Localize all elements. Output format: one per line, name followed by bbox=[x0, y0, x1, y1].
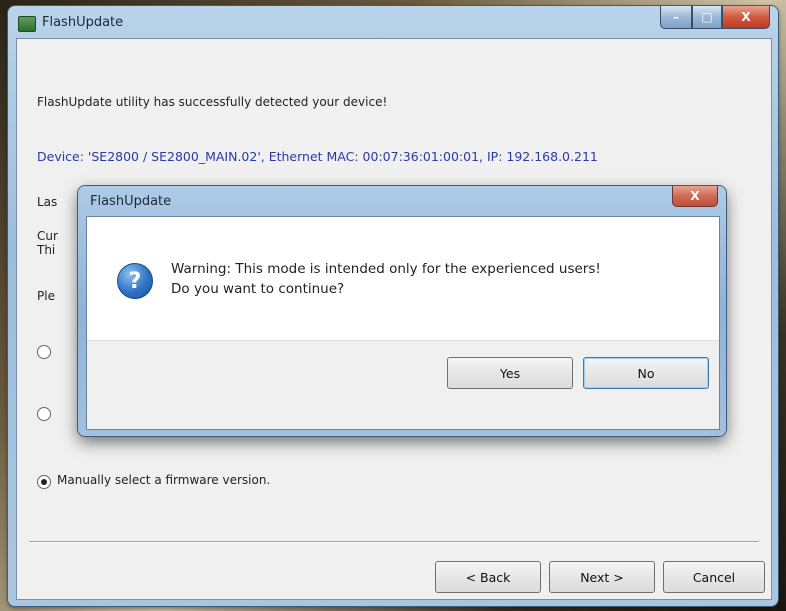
back-button[interactable]: < Back bbox=[435, 561, 541, 593]
question-icon: ? bbox=[117, 263, 153, 299]
dialog-close-button[interactable]: X bbox=[672, 186, 718, 207]
caption-buttons: – □ X bbox=[660, 6, 770, 29]
radio-manual-select[interactable] bbox=[37, 475, 51, 489]
please-partial: Ple bbox=[37, 289, 55, 303]
last-update-partial: Las bbox=[37, 195, 58, 209]
app-icon bbox=[18, 16, 36, 32]
footer-separator bbox=[29, 541, 759, 543]
manual-select-label: Manually select a firmware version. bbox=[57, 473, 271, 487]
dialog-footer: Yes No bbox=[87, 340, 719, 429]
this-partial: Thi bbox=[37, 243, 56, 257]
dialog-message-line2: Do you want to continue? bbox=[171, 281, 345, 297]
device-info: Device: 'SE2800 / SE2800_MAIN.02', Ether… bbox=[37, 149, 598, 164]
maximize-button[interactable]: □ bbox=[692, 6, 722, 29]
cancel-button[interactable]: Cancel bbox=[663, 561, 765, 593]
dialog-title[interactable]: FlashUpdate bbox=[90, 194, 171, 209]
no-button[interactable]: No bbox=[583, 357, 709, 389]
dialog-body: ? Warning: This mode is intended only fo… bbox=[86, 216, 720, 430]
next-button[interactable]: Next > bbox=[549, 561, 655, 593]
minimize-button[interactable]: – bbox=[660, 6, 692, 29]
radio-option-2[interactable] bbox=[37, 407, 51, 421]
radio-option-1[interactable] bbox=[37, 345, 51, 359]
warning-dialog: FlashUpdate X ? Warning: This mode is in… bbox=[78, 186, 726, 436]
close-button[interactable]: X bbox=[722, 6, 770, 29]
detected-message: FlashUpdate utility has successfully det… bbox=[37, 95, 388, 109]
dialog-message-line1: Warning: This mode is intended only for … bbox=[171, 261, 601, 277]
title-bar[interactable]: FlashUpdate – □ X bbox=[8, 6, 778, 40]
yes-button[interactable]: Yes bbox=[447, 357, 573, 389]
window-title: FlashUpdate bbox=[42, 15, 124, 30]
current-version-partial: Cur bbox=[37, 229, 58, 243]
